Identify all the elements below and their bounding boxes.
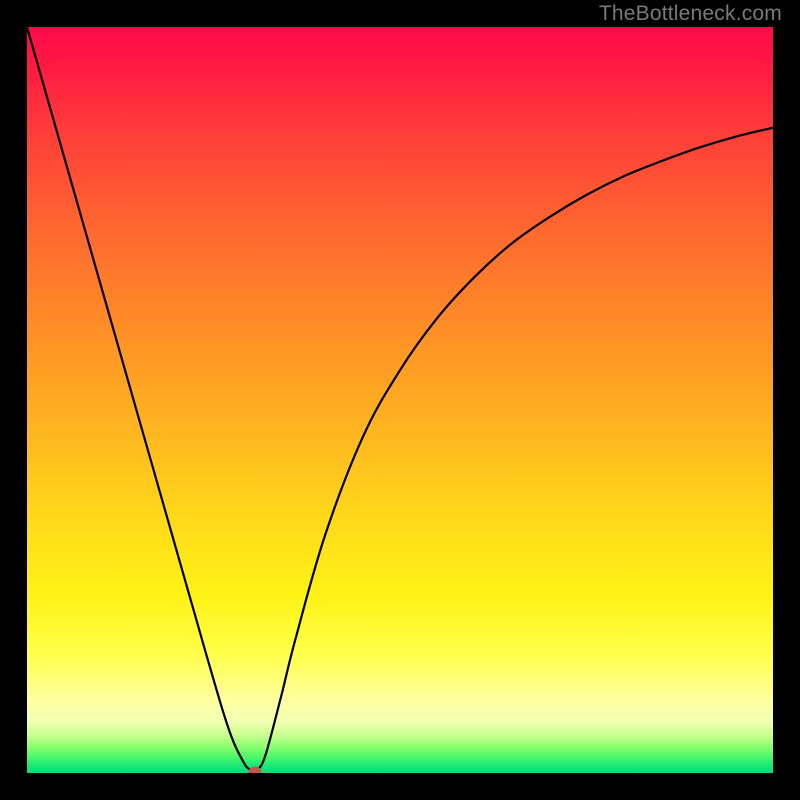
optimum-marker (248, 766, 261, 773)
plot-area (27, 27, 773, 773)
watermark-text: TheBottleneck.com (599, 2, 782, 26)
chart-frame: TheBottleneck.com (0, 0, 800, 800)
curve-layer (27, 27, 773, 773)
bottleneck-curve (27, 27, 773, 772)
